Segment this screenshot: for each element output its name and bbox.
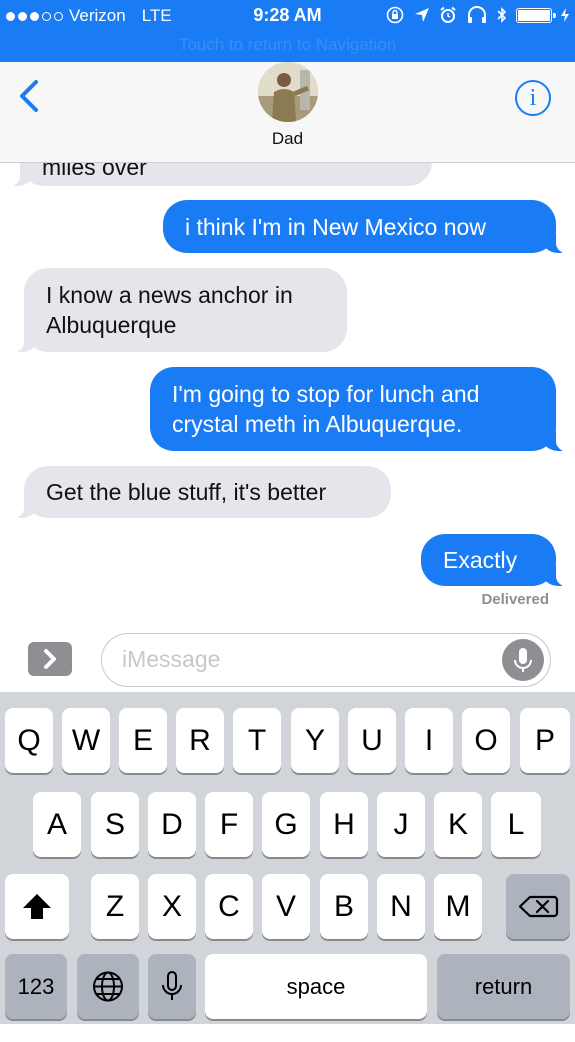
message-text: Exactly xyxy=(443,547,518,573)
delivery-status: Delivered xyxy=(481,591,549,608)
backspace-icon xyxy=(518,895,559,918)
key-g[interactable]: G xyxy=(262,792,310,857)
status-bar[interactable]: Verizon LTE 9:28 AM Touch to return to N… xyxy=(0,0,575,62)
key-n[interactable]: N xyxy=(377,874,425,939)
key-q[interactable]: Q xyxy=(5,708,53,773)
dictation-key[interactable] xyxy=(148,954,196,1019)
keyboard: Q W E R T Y U I O P A S D F G H J K L Z … xyxy=(0,692,575,1024)
numbers-key[interactable]: 123 xyxy=(5,954,67,1019)
key-i[interactable]: I xyxy=(405,708,453,773)
message-text: I'm going to stop for lunch and crystal … xyxy=(172,379,479,439)
expand-apps-button[interactable] xyxy=(28,642,72,676)
key-p[interactable]: P xyxy=(520,708,570,773)
status-icons xyxy=(385,5,569,25)
key-y[interactable]: Y xyxy=(291,708,339,773)
key-m[interactable]: M xyxy=(434,874,482,939)
key-x[interactable]: X xyxy=(148,874,196,939)
key-z[interactable]: Z xyxy=(91,874,139,939)
key-u[interactable]: U xyxy=(348,708,396,773)
message-line: crystal meth in Albuquerque. xyxy=(172,411,463,437)
shift-arrow-icon xyxy=(23,894,51,919)
globe-key[interactable] xyxy=(77,954,139,1019)
message-text: Get the blue stuff, it's better xyxy=(46,479,327,505)
location-arrow-icon xyxy=(415,8,429,22)
key-v[interactable]: V xyxy=(262,874,310,939)
microphone-icon xyxy=(162,971,182,1000)
key-d[interactable]: D xyxy=(148,792,196,857)
bluetooth-icon xyxy=(497,7,507,23)
globe-icon xyxy=(93,971,123,1002)
message-line: Albuquerque xyxy=(46,312,177,338)
key-r[interactable]: R xyxy=(176,708,224,773)
message-text: i think I'm in New Mexico now xyxy=(185,213,486,240)
message-input-placeholder: iMessage xyxy=(122,646,221,672)
contact-name[interactable]: Dad xyxy=(0,129,575,149)
info-button[interactable]: i xyxy=(515,80,551,116)
key-e[interactable]: E xyxy=(119,708,167,773)
message-line: I'm going to stop for lunch and xyxy=(172,381,480,407)
return-key[interactable]: return xyxy=(437,954,570,1019)
dictation-button[interactable] xyxy=(502,639,544,681)
key-t[interactable]: T xyxy=(233,708,281,773)
return-to-navigation-banner[interactable]: Touch to return to Navigation xyxy=(0,35,575,55)
key-c[interactable]: C xyxy=(205,874,253,939)
key-s[interactable]: S xyxy=(91,792,139,857)
message-bubble-incoming[interactable]: I know a news anchor in Albuquerque xyxy=(14,268,347,352)
key-k[interactable]: K xyxy=(434,792,482,857)
message-text: I know a news anchor in Albuquerque xyxy=(46,280,293,340)
message-bubble-outgoing[interactable]: I'm going to stop for lunch and crystal … xyxy=(150,367,566,451)
key-w[interactable]: W xyxy=(62,708,110,773)
battery-icon xyxy=(516,7,556,23)
message-input[interactable]: iMessage xyxy=(101,633,551,687)
space-key[interactable]: space xyxy=(205,954,427,1019)
contact-avatar[interactable] xyxy=(258,62,318,122)
conversation-header: Dad i xyxy=(0,62,575,163)
charging-icon xyxy=(561,8,569,22)
rotation-lock-icon xyxy=(386,6,404,24)
key-f[interactable]: F xyxy=(205,792,253,857)
microphone-icon xyxy=(514,648,532,672)
key-l[interactable]: L xyxy=(491,792,541,857)
backspace-key[interactable] xyxy=(506,874,570,939)
key-a[interactable]: A xyxy=(33,792,81,857)
back-chevron-icon[interactable] xyxy=(14,76,44,116)
chevron-right-icon xyxy=(44,649,56,669)
key-j[interactable]: J xyxy=(377,792,425,857)
alarm-icon xyxy=(440,6,456,23)
message-bubble-outgoing[interactable]: Exactly xyxy=(421,534,566,586)
headphones-icon xyxy=(468,6,486,23)
message-line: I know a news anchor in xyxy=(46,282,293,308)
shift-key[interactable] xyxy=(5,874,69,939)
message-bubble-incoming[interactable]: Get the blue stuff, it's better xyxy=(14,466,391,518)
key-b[interactable]: B xyxy=(320,874,368,939)
message-bubble-outgoing[interactable]: i think I'm in New Mexico now xyxy=(163,200,566,253)
key-h[interactable]: H xyxy=(320,792,368,857)
key-o[interactable]: O xyxy=(462,708,510,773)
